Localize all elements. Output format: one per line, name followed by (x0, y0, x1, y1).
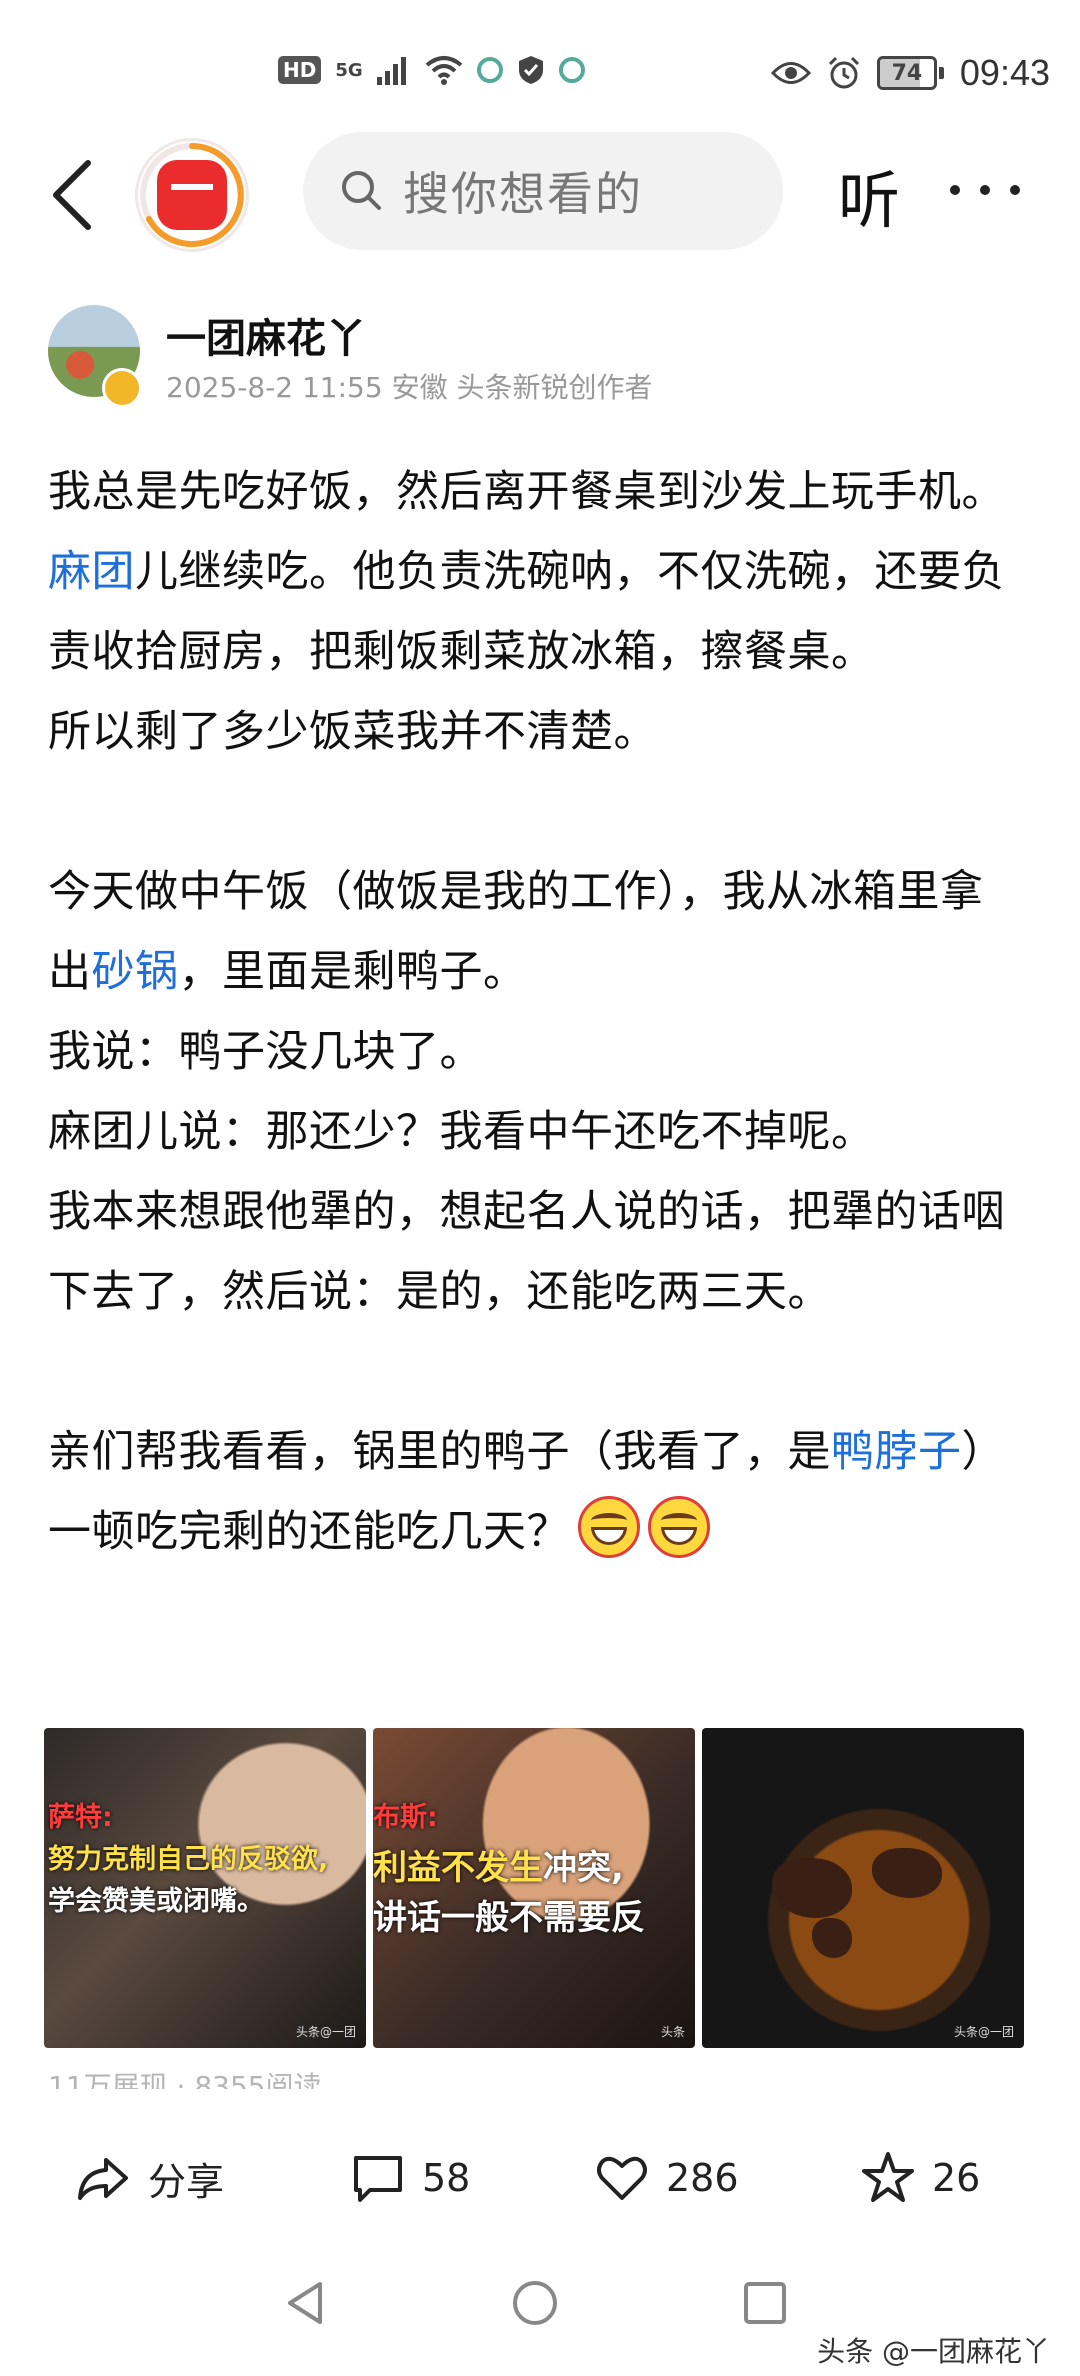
article-paragraph: 我说：鸭子没几块了。 (48, 1027, 483, 1077)
image-caption-line: 学会赞美或闭嘴。 (48, 1886, 264, 1917)
favorite-count: 26 (932, 2156, 981, 2200)
duck-piece (872, 1848, 942, 1898)
image-watermark: 头条 (660, 2025, 685, 2039)
share-icon (78, 2158, 128, 2200)
article-stats: 11万展现 · 8355阅读 (48, 2070, 322, 2089)
app-notification-icon-2 (558, 57, 585, 83)
article-paragraph: 所以剩了多少饭菜我并不清楚。 (48, 707, 657, 757)
image-watermark: 头条@一团 (953, 2025, 1014, 2039)
caption-rest: 冲突, (543, 1848, 624, 1888)
listen-button[interactable]: 听 (838, 150, 900, 240)
keyword-link[interactable]: 砂锅 (92, 947, 179, 997)
toutiao-logo-button[interactable] (135, 138, 249, 252)
article-text: ，里面是剩鸭子。 (178, 947, 527, 997)
favorite-button[interactable]: 26 (860, 2150, 980, 2206)
duck-piece (772, 1858, 852, 1918)
article-paragraph: 亲们帮我看看，锅里的鸭子（我看了，是鸭脖子）一顿吃完剩的还能吃几天？ (48, 1412, 1008, 1572)
nav-home-icon[interactable] (510, 2278, 560, 2328)
battery-level: 74 (891, 60, 923, 86)
article-body: 我总是先吃好饭，然后离开餐桌到沙发上玩手机。 麻团儿继续吃。他负责洗碗呐，不仅洗… (48, 452, 1008, 1572)
article-image-2[interactable]: 布斯: 利益不发生冲突, 讲话一般不需要反 头条 (373, 1728, 695, 2048)
keyword-link[interactable]: 麻团 (48, 547, 135, 597)
article-image-3[interactable]: 头条@一团 (702, 1728, 1024, 2048)
nav-recents-icon[interactable] (740, 2278, 790, 2328)
creator-badge-icon (102, 368, 142, 408)
author-meta: 2025-8-2 11:55 安徽 头条新锐创作者 (166, 371, 653, 404)
like-count: 286 (666, 2156, 739, 2200)
article-image-1[interactable]: 萨特: 努力克制自己的反驳欲, 学会赞美或闭嘴。 头条@一团 (44, 1728, 366, 2048)
article-paragraph: 麻团儿继续吃。他负责洗碗呐，不仅洗碗，还要负责收拾厨房，把剩饭剩菜放冰箱，擦餐桌… (48, 532, 1008, 692)
share-label: 分享 (148, 2159, 225, 2204)
toutiao-logo-icon (157, 160, 227, 230)
footer-watermark: 头条 @一团麻花丫 (817, 2330, 1050, 2370)
article-paragraph: 麻团儿说：那还少？我看中午还吃不掉呢。 (48, 1107, 875, 1157)
keyword-link[interactable]: 鸭脖子 (831, 1427, 962, 1477)
battery-indicator: 74 (876, 56, 944, 90)
image-caption-name: 布斯: (373, 1802, 438, 1833)
clock: 09:43 (959, 52, 1050, 93)
laughing-emoji-icon (578, 1496, 640, 1558)
comment-count: 58 (422, 2156, 471, 2200)
hd-badge: HD (278, 56, 322, 84)
heart-icon (597, 2156, 647, 2200)
search-input[interactable]: 搜你想看的 (303, 132, 783, 250)
image-watermark: 头条@一团 (295, 2025, 356, 2039)
alarm-icon (828, 56, 859, 89)
author-name[interactable]: 一团麻花丫 (166, 306, 366, 364)
caption-highlight: 利益不发生 (373, 1848, 543, 1888)
star-icon (862, 2152, 914, 2202)
wifi-icon (425, 56, 462, 85)
share-button[interactable]: 分享 (76, 2150, 224, 2206)
search-icon (342, 171, 381, 210)
article-paragraph: 我总是先吃好饭，然后离开餐桌到沙发上玩手机。 (48, 467, 1005, 517)
signal-icon (376, 57, 406, 85)
app-notification-icon (476, 57, 503, 83)
back-arrow-icon[interactable] (42, 155, 106, 235)
like-button[interactable]: 286 (594, 2150, 739, 2206)
status-right-icons: 74 09:43 (770, 52, 1050, 94)
image-caption-line: 利益不发生冲突, (373, 1848, 624, 1888)
article-paragraph: 我本来想跟他犟的，想起名人说的话，把犟的话咽下去了，然后说：是的，还能吃两三天。 (48, 1187, 1005, 1317)
more-options-icon[interactable] (950, 170, 1020, 210)
image-caption-line: 讲话一般不需要反 (373, 1898, 645, 1938)
image-caption-name: 萨特: (48, 1802, 113, 1833)
eye-icon (770, 62, 811, 84)
search-placeholder: 搜你想看的 (403, 167, 643, 221)
article-paragraph: 今天做中午饭（做饭是我的工作），我从冰箱里拿出砂锅，里面是剩鸭子。 (48, 852, 1008, 1012)
comment-icon (354, 2156, 402, 2202)
action-bar: 分享 58 286 26 (0, 2120, 1080, 2240)
laughing-emoji-icon (648, 1496, 710, 1558)
comment-button[interactable]: 58 (350, 2150, 470, 2206)
shield-icon (518, 56, 543, 84)
status-bar: HD 5G 74 09:43 (0, 0, 1080, 150)
status-left-icons: HD 5G (278, 55, 585, 85)
image-caption-line: 努力克制自己的反驳欲, (48, 1844, 329, 1875)
article-text: 儿继续吃。他负责洗碗呐，不仅洗碗，还要负责收拾厨房，把剩饭剩菜放冰箱，擦餐桌。 (48, 547, 1005, 677)
duck-piece (812, 1918, 852, 1958)
network-type: 5G (335, 59, 363, 81)
nav-back-icon[interactable] (280, 2278, 330, 2328)
article-text: 亲们帮我看看，锅里的鸭子（我看了，是 (48, 1427, 831, 1477)
